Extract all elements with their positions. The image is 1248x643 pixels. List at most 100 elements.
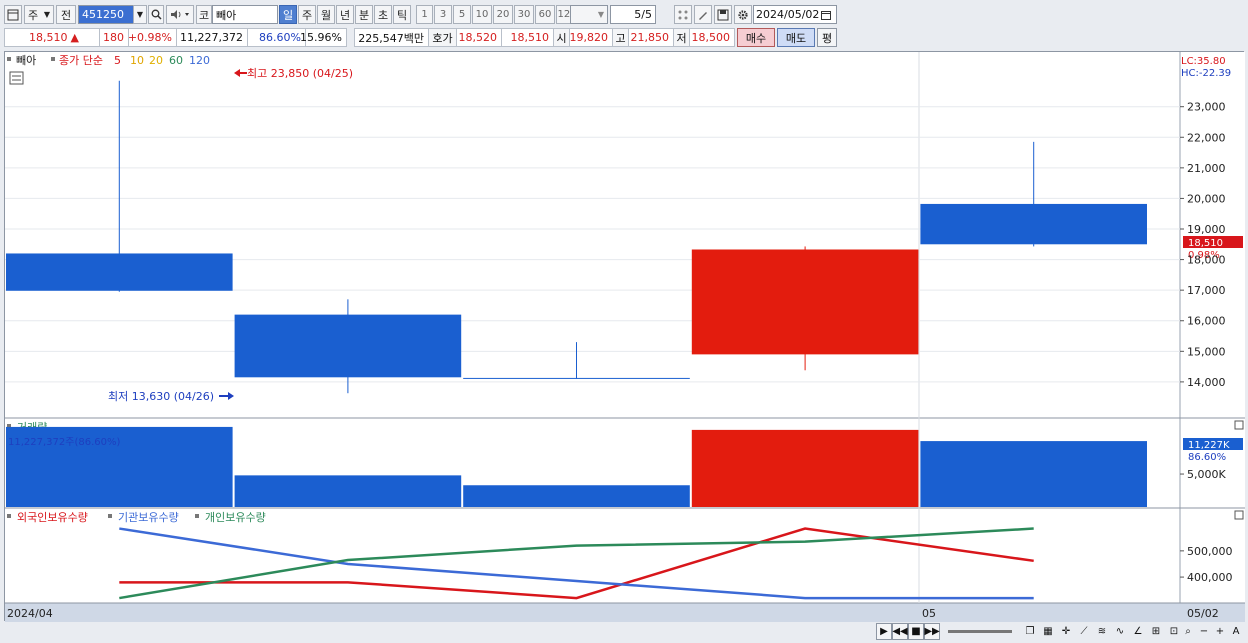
quote-bar: 18,510 ▲ 180 +0.98% 11,227,372 86.60% 15…	[0, 27, 1248, 48]
interval-button-20[interactable]: 20	[493, 5, 513, 24]
tab-period-2[interactable]: 월	[317, 5, 335, 24]
low-arrow-icon	[219, 392, 234, 400]
interval-button-5[interactable]: 5	[453, 5, 471, 24]
price-change-pct: +0.98%	[128, 28, 177, 47]
legend-foreign[interactable]: 외국인보유수량	[17, 511, 88, 524]
save-icon	[717, 9, 729, 20]
tab-period-5[interactable]: 초	[374, 5, 392, 24]
period-type-label: 주	[28, 8, 39, 22]
buy-label: 매수	[745, 31, 767, 45]
chart-area[interactable]: 18,510 0.98% LC:35.80 HC:-22.39 빼아 종가 단순…	[4, 51, 1245, 622]
close-icon[interactable]	[1234, 420, 1244, 430]
draw-tool-button[interactable]	[694, 5, 712, 24]
tab-period-6[interactable]: 틱	[393, 5, 411, 24]
code-dropdown-button[interactable]: ▼	[133, 5, 147, 24]
interval-custom-select[interactable]: ▼	[570, 5, 608, 24]
play-icon[interactable]: ▶	[876, 623, 892, 640]
zoom-icon[interactable]: ⌕	[1180, 623, 1196, 640]
stock-code-input[interactable]: 451250	[78, 5, 134, 24]
interval-button-1[interactable]: 1	[416, 5, 433, 24]
tab-period-4[interactable]: 분	[355, 5, 373, 24]
price-tick-label: 16,000	[1187, 315, 1226, 328]
tab-period-3[interactable]: 년	[336, 5, 354, 24]
zoom-out-icon[interactable]: −	[1196, 623, 1212, 640]
open-price: 19,820	[569, 28, 613, 47]
avg-button[interactable]: 평	[817, 28, 837, 47]
period-type-select[interactable]: 주 ▼	[24, 5, 54, 24]
wave-icon[interactable]: ∿	[1112, 623, 1128, 640]
high-label: 고	[612, 28, 629, 47]
settings-button[interactable]	[734, 5, 752, 24]
date-input[interactable]: 2024/05/02	[753, 5, 837, 24]
sound-button[interactable]	[166, 5, 194, 24]
copy-icon[interactable]: ❐	[1022, 623, 1038, 640]
volume-tick-label: 5,000K	[1187, 468, 1226, 481]
interval-button-3[interactable]: 3	[434, 5, 452, 24]
bid-value: 18,510	[510, 31, 550, 44]
open-value: 19,820	[569, 31, 609, 44]
candle-body-04/25	[6, 253, 233, 291]
volume-current-tag: 11,227K	[1188, 440, 1230, 451]
volume: 11,227,372	[176, 28, 248, 47]
ma-period-10: 10	[130, 54, 144, 67]
fast-forward-icon[interactable]: ▶▶	[924, 623, 940, 640]
ma-period-20: 20	[149, 54, 163, 67]
price-tick-label: 15,000	[1187, 345, 1226, 358]
zoom-in-icon[interactable]: +	[1212, 623, 1228, 640]
trendline-icon[interactable]: ⟋	[1076, 623, 1092, 640]
low-price: 18,500	[689, 28, 735, 47]
save-button[interactable]	[714, 5, 732, 24]
price-tick-label: 17,000	[1187, 284, 1226, 297]
stock-name-field[interactable]: 빼아	[212, 5, 278, 24]
interval-button-10[interactable]: 10	[472, 5, 492, 24]
legend-institution[interactable]: 기관보유수량	[118, 511, 179, 524]
interval-button-60[interactable]: 60	[535, 5, 555, 24]
high-value: 21,850	[630, 31, 670, 44]
tab-period-0[interactable]: 일	[279, 5, 297, 24]
interval-button-30[interactable]: 30	[514, 5, 534, 24]
stock-name-tag[interactable]: 빼아	[16, 54, 36, 67]
holdings-line-individual	[119, 527, 1034, 600]
crosshair-icon[interactable]: ✛	[1058, 623, 1074, 640]
x-axis-background	[5, 603, 1245, 622]
font-size-icon[interactable]: A	[1228, 623, 1244, 640]
volume-current-label: 11,227,372주(86.60%)	[8, 437, 120, 448]
rewind-icon[interactable]: ◀◀	[892, 623, 908, 640]
grid-tool-button[interactable]	[674, 5, 692, 24]
angle-icon[interactable]: ∠	[1130, 623, 1146, 640]
gear-icon	[738, 9, 748, 20]
current-price: 18,510 ▲	[4, 28, 100, 47]
volume-bar-04/29	[463, 485, 690, 507]
window-icon[interactable]	[4, 5, 22, 24]
ask-value: 18,520	[458, 31, 498, 44]
high-arrow-icon	[234, 69, 247, 77]
price-tick-label: 19,000	[1187, 223, 1226, 236]
scroll-slider[interactable]	[948, 630, 1012, 633]
tab-period-1[interactable]: 주	[298, 5, 316, 24]
stock-code-value: 451250	[82, 8, 124, 21]
change-value: 180	[103, 31, 124, 44]
chevron-down-icon: ▼	[597, 10, 604, 19]
ma-title[interactable]: 종가 단순	[59, 54, 103, 67]
sell-button[interactable]: 매도	[777, 28, 815, 47]
market-prefix: 코	[196, 5, 212, 24]
layout-icon[interactable]: ▦	[1040, 623, 1056, 640]
ma-period-120: 120	[189, 54, 210, 67]
calculator-icon[interactable]	[9, 71, 24, 85]
high-annotation: 최고 23,850 (04/25)	[247, 67, 353, 80]
prev-button[interactable]: 전	[56, 5, 76, 24]
chevron-down-icon: ▼	[136, 10, 144, 19]
chart-svg[interactable]: 18,510 0.98% LC:35.80 HC:-22.39 빼아 종가 단순…	[5, 52, 1245, 622]
x-axis-start-label: 2024/04	[7, 607, 53, 620]
ruler-icon[interactable]: ⊞	[1148, 623, 1164, 640]
buy-button[interactable]: 매수	[737, 28, 775, 47]
price-tick-label: 20,000	[1187, 192, 1226, 205]
close-icon[interactable]	[1234, 510, 1244, 520]
price-tick-label: 23,000	[1187, 101, 1226, 114]
fibonacci-icon[interactable]: ≋	[1094, 623, 1110, 640]
legend-individual[interactable]: 개인보유수량	[205, 511, 266, 524]
open-label: 시	[553, 28, 570, 47]
dots-icon	[678, 10, 688, 19]
stop-icon[interactable]: ■	[908, 623, 924, 640]
search-button[interactable]	[148, 5, 164, 24]
